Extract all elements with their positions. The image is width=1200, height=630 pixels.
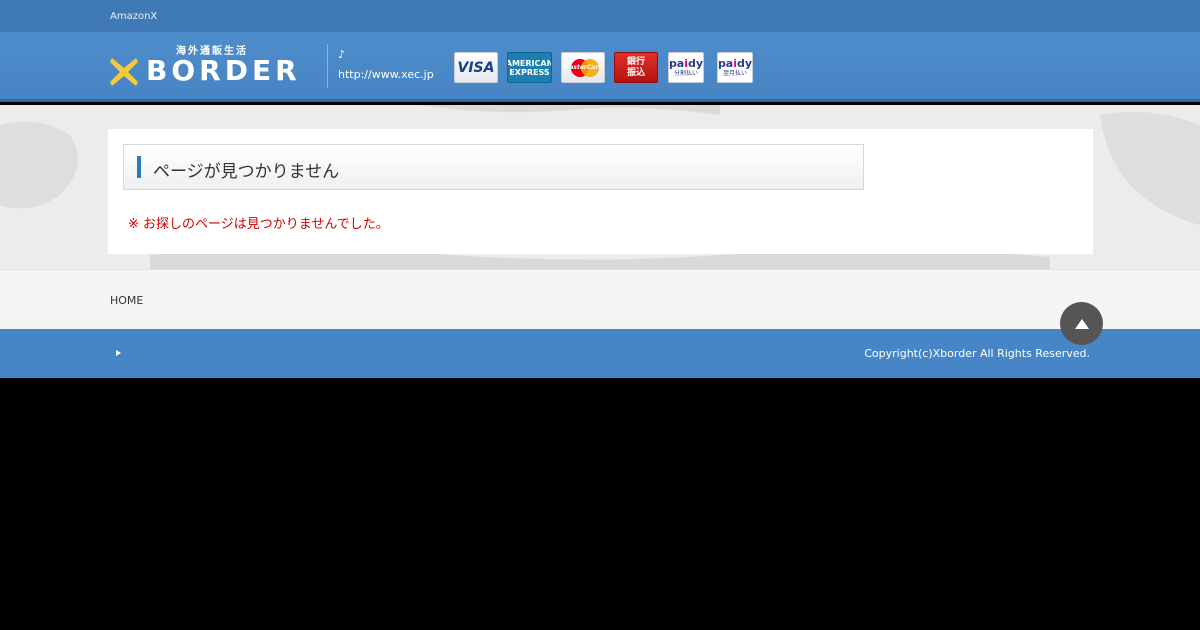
mastercard-logo: MasterCard xyxy=(561,52,605,83)
footer-bar: Copyright(c)Xborder All Rights Reserved. xyxy=(0,329,1200,378)
content-card: ページが見つかりません ※ お探しのページは見つかりませんでした。 xyxy=(108,129,1093,254)
header-divider xyxy=(327,44,328,88)
paidy-monthly-text: 翌月払い xyxy=(722,69,747,77)
copyright-text: Copyright(c)Xborder All Rights Reserved. xyxy=(864,347,1090,360)
paidy-installment-logo: paidy 分割払い xyxy=(668,52,704,83)
visa-logo: VISA xyxy=(454,52,498,83)
paidy-installment-text: 分割払い xyxy=(673,69,698,77)
paidy-wordmark: paidy xyxy=(668,56,704,70)
amex-line1: AMERICAN xyxy=(507,58,552,68)
site-logo[interactable]: 海外通販生活 BORDER xyxy=(110,42,310,90)
bank-transfer-logo: 銀行 振込 xyxy=(614,52,658,83)
home-link[interactable]: HOME xyxy=(110,294,143,307)
paidy-wordmark: paidy xyxy=(717,56,753,70)
back-to-top-button[interactable] xyxy=(1060,302,1103,345)
bank-line1: 銀行 xyxy=(626,56,645,67)
site-url[interactable]: http://www.xec.jp xyxy=(338,68,434,81)
site-header: 海外通販生活 BORDER ♪ http://www.xec.jp VISA A… xyxy=(0,32,1200,102)
heading-accent-bar xyxy=(137,156,141,178)
paidy-monthly-logo: paidy 翌月払い xyxy=(717,52,753,83)
amex-logo: AMERICAN EXPRESS xyxy=(507,52,552,83)
x-logo-icon xyxy=(110,58,138,86)
top-bar-title[interactable]: AmazonX xyxy=(110,11,157,22)
bank-line2: 振込 xyxy=(626,67,645,78)
mastercard-text: MasterCard xyxy=(563,64,603,71)
amex-line2: EXPRESS xyxy=(509,67,550,77)
page-heading: ページが見つかりません xyxy=(123,144,864,190)
world-map-background: ページが見つかりません ※ お探しのページは見つかりませんでした。 xyxy=(0,105,1200,269)
top-bar: AmazonX xyxy=(0,0,1200,32)
page-title: ページが見つかりません xyxy=(153,162,340,182)
music-note-icon: ♪ xyxy=(338,48,346,61)
logo-wordmark: BORDER xyxy=(146,54,301,87)
not-found-notice: ※ お探しのページは見つかりませんでした。 xyxy=(128,217,389,232)
arrow-up-icon xyxy=(1074,318,1089,329)
visa-text: VISA xyxy=(457,59,495,76)
footer-nav: HOME xyxy=(0,269,1200,329)
triangle-right-icon xyxy=(116,350,121,356)
